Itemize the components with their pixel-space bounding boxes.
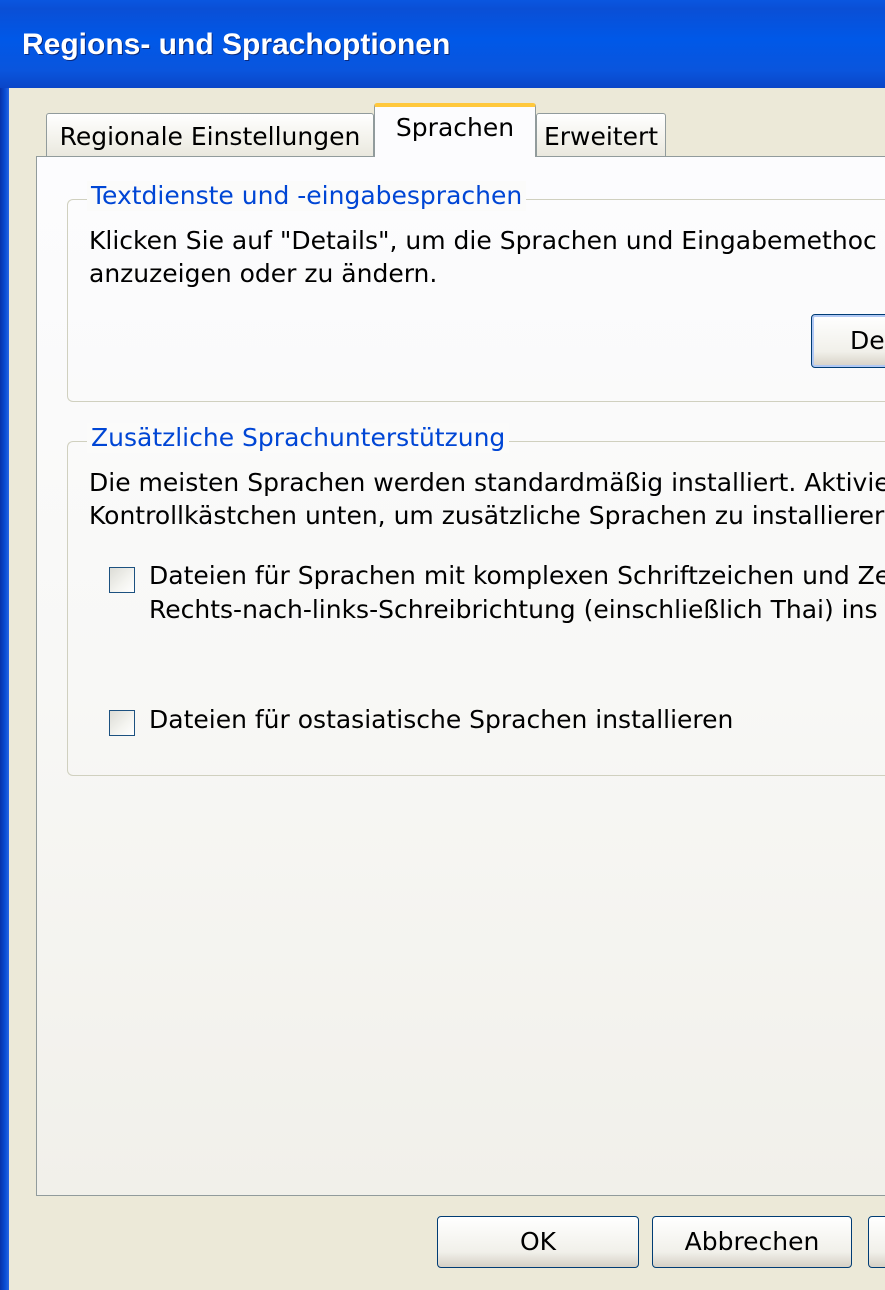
additional-support-description-line2: Kontrollkästchen unten, um zusätzliche S… [89,501,885,530]
details-button-label: De [850,326,885,355]
east-asian-checkbox-label[interactable]: Dateien für ostasiatische Sprachen insta… [149,704,733,736]
complex-script-checkbox[interactable] [109,567,135,593]
tab-label: Erweitert [543,122,659,151]
text-services-group-label: Textdienste und -eingabesprachen [87,181,527,211]
ok-button-label: OK [519,1227,557,1256]
east-asian-checkbox[interactable] [109,710,135,736]
title-bar[interactable]: Regions- und Sprachoptionen [0,0,885,88]
tab-languages[interactable]: Sprachen [374,103,536,157]
tab-label: Sprachen [395,113,515,142]
complex-script-checkbox-label-line1[interactable]: Dateien für Sprachen mit komplexen Schri… [149,560,885,592]
cancel-button[interactable]: Abbrechen [652,1216,852,1268]
window-title: Regions- und Sprachoptionen [22,28,451,61]
additional-support-group-label: Zusätzliche Sprachunterstützung [87,423,510,453]
window-frame-left [0,88,9,1290]
text-services-description-line1: Klicken Sie auf "Details", um die Sprach… [89,226,877,255]
apply-button[interactable] [868,1216,885,1268]
cancel-button-label: Abbrechen [684,1227,820,1256]
tab-advanced[interactable]: Erweitert [536,113,666,159]
tab-regional-settings[interactable]: Regionale Einstellungen [46,113,374,159]
ok-button[interactable]: OK [437,1216,639,1268]
tab-label: Regionale Einstellungen [59,122,361,151]
complex-script-checkbox-label-line2[interactable]: Rechts-nach-links-Schreibrichtung (einsc… [149,594,878,626]
details-button[interactable]: De [811,314,885,368]
tab-page-languages: Textdienste und -eingabesprachen Klicken… [36,156,885,1196]
text-services-description-line2: anzuzeigen oder zu ändern. [89,259,438,288]
additional-support-description-line1: Die meisten Sprachen werden standardmäßi… [89,468,885,497]
